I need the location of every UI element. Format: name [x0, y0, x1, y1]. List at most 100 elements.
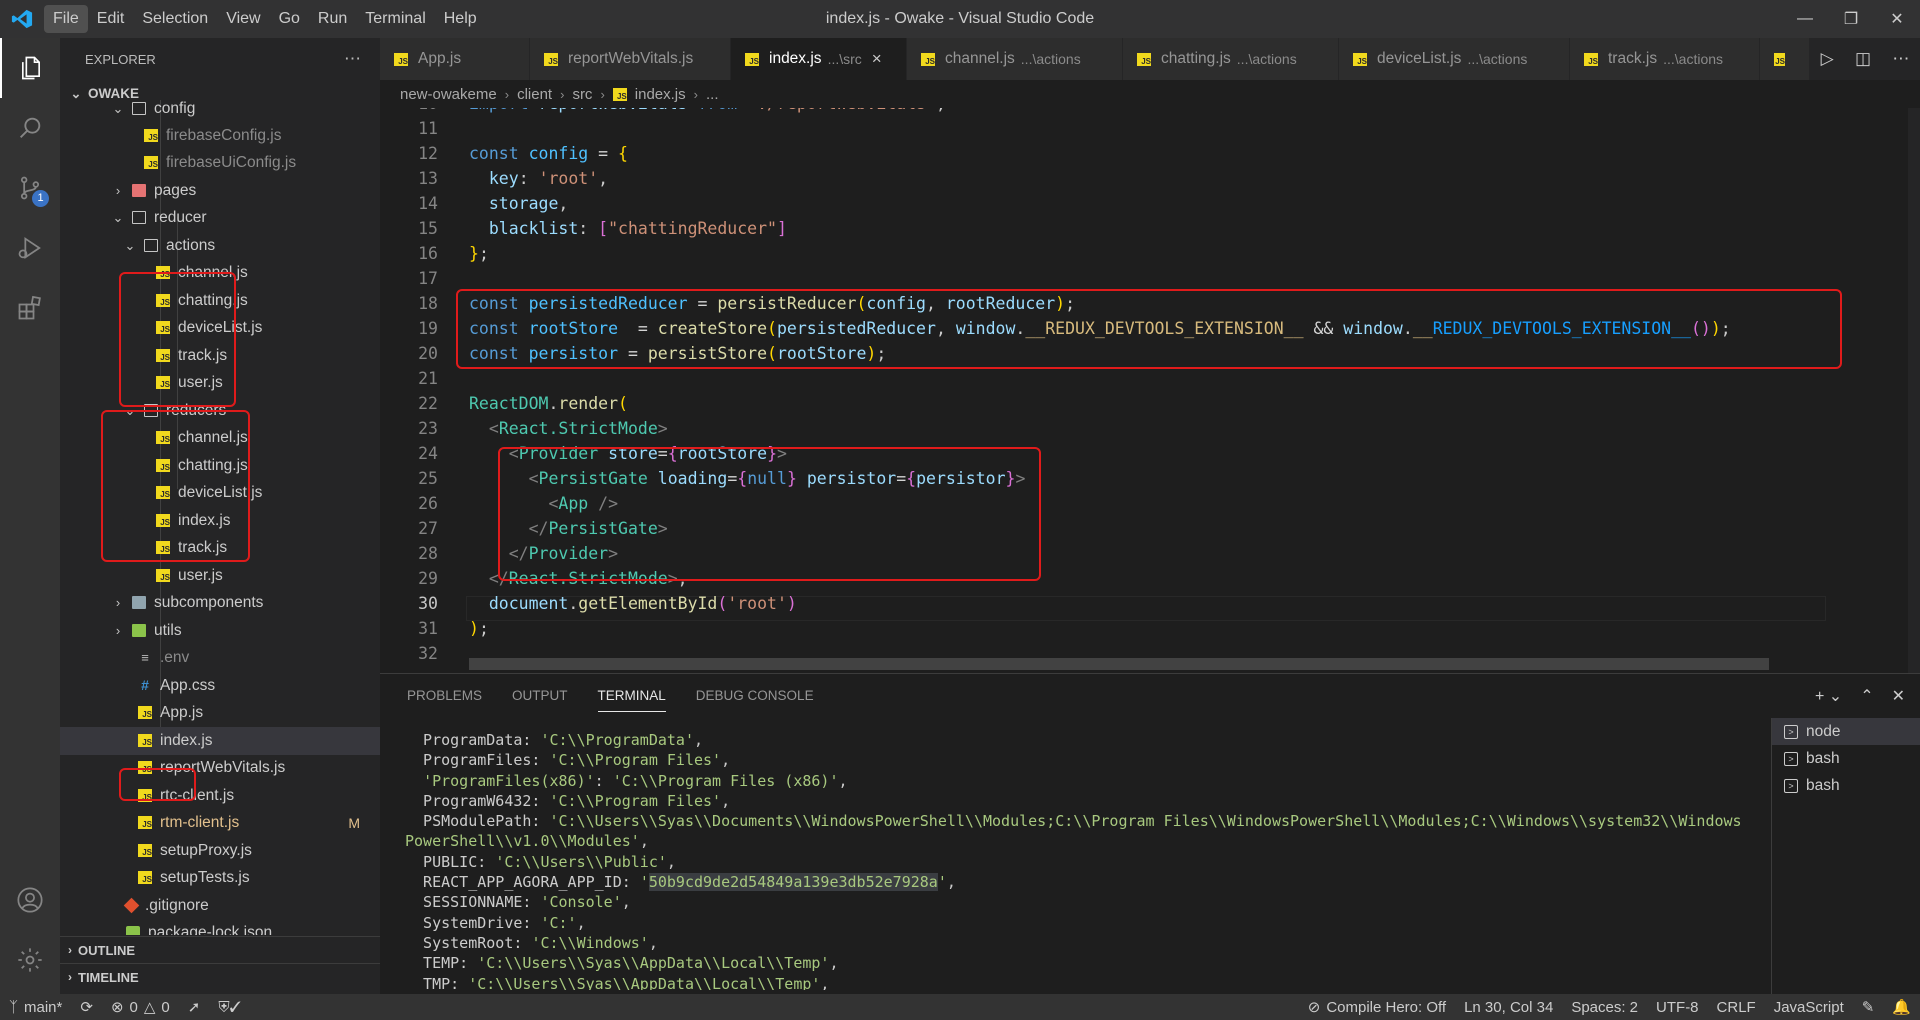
code-editor[interactable]: 10import reportWebVitals from './reportW…: [380, 108, 1920, 673]
tab-track-js[interactable]: JS track.js ...\actions: [1570, 38, 1760, 80]
maximize-panel-icon[interactable]: ⌃: [1860, 686, 1873, 706]
tab-overflow[interactable]: JS: [1760, 38, 1810, 80]
encoding[interactable]: UTF-8: [1647, 999, 1708, 1016]
explorer-icon[interactable]: [0, 38, 60, 98]
window-controls: — ❐ ✕: [1782, 0, 1920, 38]
menu-selection[interactable]: Selection: [133, 5, 217, 33]
source-control-icon[interactable]: 1: [0, 158, 60, 218]
tab-devicelist-js[interactable]: JS deviceList.js ...\actions: [1339, 38, 1570, 80]
tree-file[interactable]: JS App.js: [60, 699, 380, 727]
add-terminal-icon[interactable]: + ⌄: [1815, 686, 1842, 706]
tree-file-selected[interactable]: JS index.js: [60, 727, 380, 755]
tab-reportwebvitals[interactable]: JS reportWebVitals.js: [530, 38, 731, 80]
menu-edit[interactable]: Edit: [88, 5, 134, 33]
split-editor-icon[interactable]: ◫: [1855, 49, 1871, 69]
tab-debug-console[interactable]: DEBUG CONSOLE: [696, 674, 814, 718]
more-actions-icon[interactable]: ⋯: [1892, 49, 1909, 69]
shield-check-icon[interactable]: ⛨✓: [209, 999, 250, 1016]
timeline-section[interactable]: › TIMELINE: [60, 963, 380, 990]
tree-file[interactable]: # App.css: [60, 672, 380, 700]
code-line: 23 <React.StrictMode>: [380, 416, 1920, 441]
menu-view[interactable]: View: [217, 5, 269, 33]
breadcrumb-item[interactable]: index.js: [635, 86, 686, 103]
tree-folder[interactable]: ⌄ reducer: [60, 204, 380, 232]
menu-help[interactable]: Help: [435, 5, 486, 33]
tree-file[interactable]: JS setupProxy.js: [60, 837, 380, 865]
live-share-icon[interactable]: ➚: [179, 998, 210, 1016]
run-debug-icon[interactable]: [0, 218, 60, 278]
menu-file[interactable]: File: [44, 5, 88, 33]
editor-actions: ▷ ◫ ⋯: [1810, 38, 1920, 80]
end-of-line[interactable]: CRLF: [1708, 999, 1765, 1016]
bell-icon[interactable]: 🔔: [1883, 998, 1920, 1016]
menu-bar: File Edit Selection View Go Run Terminal…: [44, 0, 486, 38]
breadcrumb-item[interactable]: client: [517, 86, 552, 103]
feedback-icon[interactable]: ✎: [1853, 998, 1884, 1016]
tree-file[interactable]: JS rtc-client.js: [60, 782, 380, 810]
account-icon[interactable]: [0, 870, 60, 930]
breadcrumb-item[interactable]: src: [572, 86, 592, 103]
indentation[interactable]: Spaces: 2: [1562, 999, 1647, 1016]
menu-run[interactable]: Run: [309, 5, 356, 33]
search-icon[interactable]: [0, 98, 60, 158]
editor-scrollbar[interactable]: [1908, 108, 1920, 673]
bottom-panel: PROBLEMS OUTPUT TERMINAL DEBUG CONSOLE +…: [380, 673, 1920, 995]
js-file-icon: JS: [1774, 52, 1785, 66]
tab-channel-js[interactable]: JS channel.js ...\actions: [907, 38, 1123, 80]
tree-folder[interactable]: ⌄ actions: [60, 232, 380, 260]
tree-file[interactable]: JS rtm-client.js M: [60, 809, 380, 837]
terminal-output[interactable]: ProgramData: 'C:\\ProgramData', ProgramF…: [405, 730, 1755, 990]
language-mode[interactable]: JavaScript: [1765, 999, 1853, 1016]
branch-indicator[interactable]: ᛉ main*: [0, 999, 71, 1016]
compile-hero-status[interactable]: ⊘ Compile Hero: Off: [1299, 998, 1455, 1017]
tab-output[interactable]: OUTPUT: [512, 674, 568, 718]
tree-file[interactable]: package-lock.json: [60, 919, 380, 935]
outline-section[interactable]: › OUTLINE: [60, 936, 380, 963]
tab-app-js[interactable]: JS App.js: [380, 38, 530, 80]
tree-file[interactable]: JS firebaseConfig.js: [60, 122, 380, 150]
tab-chatting-js[interactable]: JS chatting.js ...\actions: [1123, 38, 1339, 80]
tree-folder[interactable]: › pages: [60, 177, 380, 205]
code-text: ReactDOM.render(: [469, 394, 628, 413]
breadcrumb-item[interactable]: ...: [706, 86, 719, 103]
terminal-line: PSModulePath: 'C:\\Users\\Syas\\Document…: [405, 812, 1742, 831]
terminal-item[interactable]: > bash: [1772, 772, 1920, 799]
run-icon[interactable]: ▷: [1821, 49, 1834, 69]
minimize-icon[interactable]: —: [1782, 0, 1828, 38]
close-panel-icon[interactable]: ✕: [1892, 686, 1905, 706]
tree-file[interactable]: ≡ .env: [60, 644, 380, 672]
menu-go[interactable]: Go: [270, 5, 309, 33]
close-icon[interactable]: ×: [872, 49, 882, 69]
breadcrumb-item[interactable]: new-owakeme: [400, 86, 497, 103]
code-text: storage,: [488, 194, 569, 213]
menu-terminal[interactable]: Terminal: [356, 5, 434, 33]
chevron-right-icon: ›: [68, 970, 72, 984]
terminal-item[interactable]: > node: [1772, 718, 1920, 745]
tree-folder[interactable]: ⌄ config: [60, 95, 380, 123]
error-icon: ⊗: [110, 999, 124, 1016]
tree-folder[interactable]: › utils: [60, 617, 380, 645]
tab-index-js[interactable]: JS index.js ...\src ×: [731, 38, 907, 80]
tree-file[interactable]: JS setupTests.js: [60, 864, 380, 892]
gear-icon[interactable]: [0, 930, 60, 990]
chevron-down-icon: ⌄: [124, 237, 136, 253]
problems-indicator[interactable]: ⊗ 0 △ 0: [102, 998, 179, 1017]
tree-file[interactable]: JS firebaseUiConfig.js: [60, 149, 380, 177]
tree-file[interactable]: JS reportWebVitals.js: [60, 754, 380, 782]
horizontal-scrollbar[interactable]: [469, 658, 1769, 670]
sync-icon[interactable]: ⟳: [71, 998, 102, 1016]
close-window-icon[interactable]: ✕: [1874, 0, 1920, 38]
tree-file[interactable]: .gitignore: [60, 892, 380, 920]
extensions-icon[interactable]: [0, 278, 60, 338]
chevron-right-icon: ›: [115, 183, 121, 199]
tree-folder[interactable]: › subcomponents: [60, 589, 380, 617]
tab-terminal[interactable]: TERMINAL: [597, 674, 667, 718]
terminal-item[interactable]: > bash: [1772, 745, 1920, 772]
restore-icon[interactable]: ❐: [1828, 0, 1874, 38]
tree-file[interactable]: JS user.js: [60, 562, 380, 590]
tab-problems[interactable]: PROBLEMS: [407, 674, 482, 718]
chevron-down-icon: ⌄: [112, 209, 124, 225]
terminal-line: 'ProgramFiles(x86)': 'C:\\Program Files …: [423, 771, 848, 790]
more-actions-icon[interactable]: ⋯: [344, 49, 362, 69]
cursor-position[interactable]: Ln 30, Col 34: [1455, 999, 1562, 1016]
